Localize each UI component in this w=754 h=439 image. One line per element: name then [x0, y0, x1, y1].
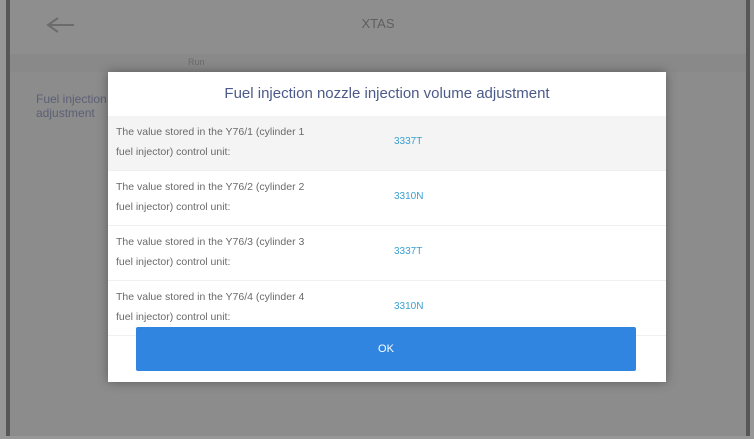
value-row-cylinder-1: The value stored in the Y76/1 (cylinder … [108, 116, 666, 171]
row-label-line2: fuel injector) control unit: [116, 256, 231, 268]
row-label-line1: The value stored in the Y76/2 (cylinder … [116, 181, 305, 193]
row-label-line2: fuel injector) control unit: [116, 311, 231, 323]
value-row-cylinder-3: The value stored in the Y76/3 (cylinder … [108, 226, 666, 281]
row-label-line1: The value stored in the Y76/3 (cylinder … [116, 236, 305, 248]
row-label-line2: fuel injector) control unit: [116, 201, 231, 213]
row-value: 3337T [394, 136, 423, 147]
value-list: The value stored in the Y76/1 (cylinder … [108, 116, 666, 336]
row-label-line2: fuel injector) control unit: [116, 146, 231, 158]
value-row-cylinder-2: The value stored in the Y76/2 (cylinder … [108, 171, 666, 226]
row-label-line1: The value stored in the Y76/1 (cylinder … [116, 126, 305, 138]
row-value: 3310N [394, 191, 424, 202]
row-label: The value stored in the Y76/3 (cylinder … [116, 232, 384, 272]
adjustment-dialog: Fuel injection nozzle injection volume a… [108, 72, 666, 382]
dialog-title: Fuel injection nozzle injection volume a… [224, 85, 550, 102]
row-label: The value stored in the Y76/4 (cylinder … [116, 287, 384, 327]
ok-button[interactable]: OK [136, 327, 636, 371]
row-label-line1: The value stored in the Y76/4 (cylinder … [116, 291, 305, 303]
row-value: 3310N [394, 301, 424, 312]
row-label: The value stored in the Y76/1 (cylinder … [116, 122, 384, 162]
row-value: 3337T [394, 246, 423, 257]
row-label: The value stored in the Y76/2 (cylinder … [116, 177, 384, 217]
